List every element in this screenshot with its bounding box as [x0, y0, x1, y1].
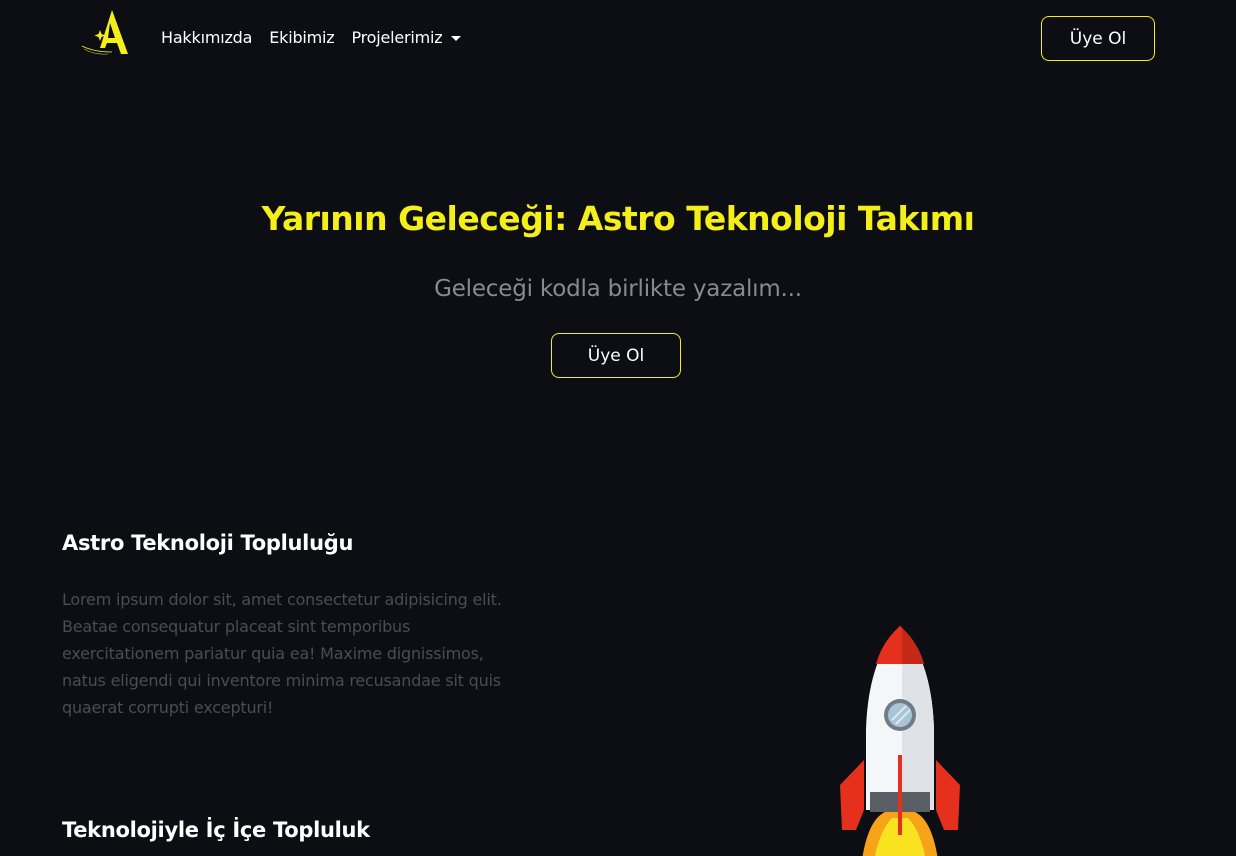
- brand-logo[interactable]: [78, 8, 134, 58]
- rocket-icon: [840, 626, 960, 856]
- hero-title: Yarının Geleceği: Astro Teknoloji Takımı: [261, 199, 975, 238]
- nav-signup-button[interactable]: Üye Ol: [1041, 16, 1155, 61]
- nav-link-ekibimiz[interactable]: Ekibimiz: [269, 28, 334, 47]
- nav-link-hakkimizda[interactable]: Hakkımızda: [161, 28, 252, 47]
- nav-dropdown-projelerimiz[interactable]: Projelerimiz: [351, 28, 461, 47]
- navbar: Hakkımızda Ekibimiz Projelerimiz Üye Ol: [0, 0, 1236, 78]
- about-text: Lorem ipsum dolor sit, amet consectetur …: [62, 590, 502, 717]
- page: Hakkımızda Ekibimiz Projelerimiz Üye Ol …: [0, 0, 1236, 856]
- about-title: Astro Teknoloji Topluluğu: [62, 531, 354, 555]
- caret-down-icon: [450, 35, 461, 41]
- hero-subtitle: Geleceği kodla birlikte yazalım...: [434, 276, 802, 302]
- nav-link-projelerimiz-label: Projelerimiz: [351, 28, 443, 47]
- nav-links: Hakkımızda Ekibimiz Projelerimiz: [161, 28, 478, 47]
- tech-section-title: Teknolojiyle İç İçe Topluluk: [62, 818, 370, 842]
- hero-signup-button[interactable]: Üye Ol: [551, 333, 681, 378]
- astro-a-logo-icon: [81, 10, 128, 55]
